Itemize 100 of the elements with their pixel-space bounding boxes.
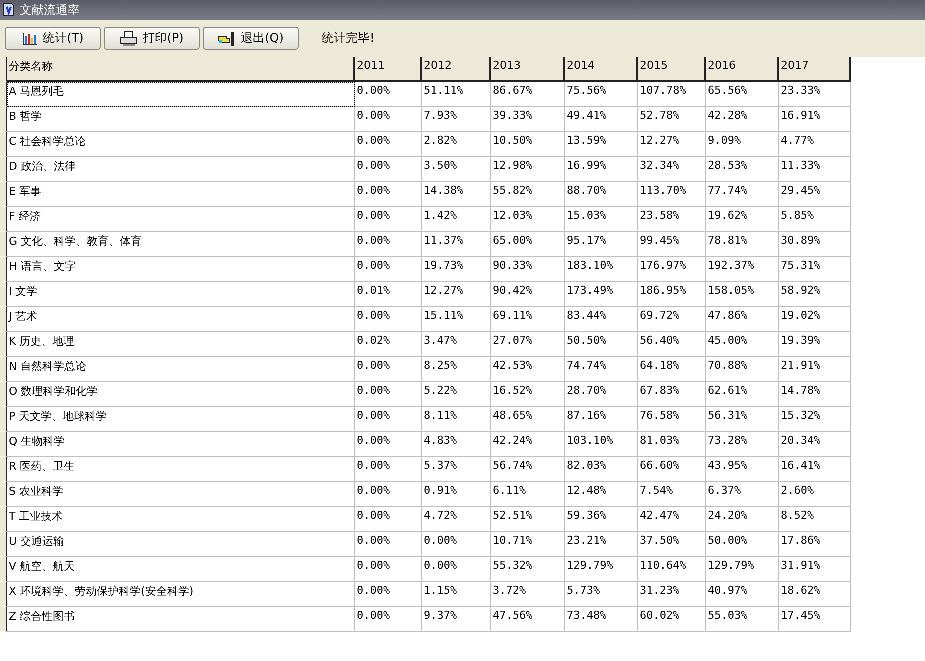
column-header[interactable]: 2017 <box>779 57 851 82</box>
table-cell: 12.03% <box>491 207 565 232</box>
table-cell: J 艺术 <box>7 307 355 332</box>
table-cell: 69.72% <box>638 307 706 332</box>
table-cell: 0.00% <box>422 557 491 582</box>
table-cell: 0.91% <box>422 482 491 507</box>
row-header[interactable] <box>0 557 7 582</box>
table-cell: 55.82% <box>491 182 565 207</box>
row-header[interactable] <box>0 507 7 532</box>
table-cell: 186.95% <box>638 282 706 307</box>
column-header[interactable]: 2014 <box>565 57 638 82</box>
table-cell: 18.62% <box>779 582 851 607</box>
table-cell: 75.56% <box>565 82 638 107</box>
table-cell: 42.47% <box>638 507 706 532</box>
table-cell: 23.33% <box>779 82 851 107</box>
row-header[interactable] <box>0 207 7 232</box>
table-cell: 0.00% <box>355 307 422 332</box>
row-header[interactable] <box>0 282 7 307</box>
table-cell: 59.36% <box>565 507 638 532</box>
table-cell: 12.48% <box>565 482 638 507</box>
table-cell: 5.85% <box>779 207 851 232</box>
table-cell: 56.74% <box>491 457 565 482</box>
table-cell: 30.89% <box>779 232 851 257</box>
table-cell: U 交通运输 <box>7 532 355 557</box>
table-cell: 3.72% <box>491 582 565 607</box>
table-cell: 0.00% <box>355 482 422 507</box>
table-cell: 78.81% <box>706 232 779 257</box>
table-cell: P 天文学、地球科学 <box>7 407 355 432</box>
table-cell: 5.73% <box>565 582 638 607</box>
toolbar-button[interactable]: 统计(T) <box>5 27 101 50</box>
row-header[interactable] <box>0 407 7 432</box>
table-cell: 65.00% <box>491 232 565 257</box>
table-cell: K 历史、地理 <box>7 332 355 357</box>
table-cell: 8.11% <box>422 407 491 432</box>
table-cell: 31.23% <box>638 582 706 607</box>
table-cell: 0.00% <box>355 82 422 107</box>
row-header[interactable] <box>0 107 7 132</box>
row-header[interactable] <box>0 457 7 482</box>
column-header[interactable]: 2013 <box>491 57 565 82</box>
app-icon <box>2 2 16 18</box>
table-cell: 74.74% <box>565 357 638 382</box>
table-cell: 19.39% <box>779 332 851 357</box>
row-header[interactable] <box>0 532 7 557</box>
table-cell: 55.03% <box>706 607 779 632</box>
row-header[interactable] <box>0 82 7 107</box>
column-header[interactable]: 2016 <box>706 57 779 82</box>
table-cell: S 农业科学 <box>7 482 355 507</box>
row-header[interactable] <box>0 482 7 507</box>
row-header[interactable] <box>0 432 7 457</box>
table-cell: 7.93% <box>422 107 491 132</box>
table-cell: 21.91% <box>779 357 851 382</box>
table-cell: 6.37% <box>706 482 779 507</box>
row-header[interactable] <box>0 132 7 157</box>
table-cell: D 政治、法律 <box>7 157 355 182</box>
column-header[interactable]: 2011 <box>355 57 422 82</box>
table-cell: 83.44% <box>565 307 638 332</box>
table-cell: 29.45% <box>779 182 851 207</box>
row-header[interactable] <box>0 257 7 282</box>
table-cell: 107.78% <box>638 82 706 107</box>
column-header[interactable]: 2015 <box>638 57 706 82</box>
table-cell: 73.28% <box>706 432 779 457</box>
table-cell: 37.50% <box>638 532 706 557</box>
table-cell: X 环境科学、劳动保护科学(安全科学) <box>7 582 355 607</box>
table-cell: V 航空、航天 <box>7 557 355 582</box>
toolbar-button[interactable]: 打印(P) <box>104 27 200 50</box>
row-header[interactable] <box>0 307 7 332</box>
table-cell: 58.92% <box>779 282 851 307</box>
table-cell: 8.52% <box>779 507 851 532</box>
row-header[interactable] <box>0 157 7 182</box>
column-header[interactable]: 2012 <box>422 57 491 82</box>
status-message: 统计完毕! <box>322 30 375 47</box>
table-cell: 76.58% <box>638 407 706 432</box>
table-cell: 103.10% <box>565 432 638 457</box>
table-cell: 110.64% <box>638 557 706 582</box>
table-cell: 39.33% <box>491 107 565 132</box>
table-cell: 66.60% <box>638 457 706 482</box>
table-cell: N 自然科学总论 <box>7 357 355 382</box>
table-cell: 9.37% <box>422 607 491 632</box>
table-cell: 14.38% <box>422 182 491 207</box>
table-cell: 99.45% <box>638 232 706 257</box>
row-header[interactable] <box>0 607 7 632</box>
row-header[interactable] <box>0 332 7 357</box>
toolbar-button[interactable]: 退出(Q) <box>203 27 299 50</box>
table-cell: 23.21% <box>565 532 638 557</box>
table-cell: 10.50% <box>491 132 565 157</box>
table-cell: 14.78% <box>779 382 851 407</box>
table-cell: 52.78% <box>638 107 706 132</box>
row-header[interactable] <box>0 182 7 207</box>
row-header[interactable] <box>0 357 7 382</box>
row-header[interactable] <box>0 232 7 257</box>
table-cell: H 语言、文字 <box>7 257 355 282</box>
column-header[interactable]: 分类名称 <box>7 57 355 82</box>
table-cell: 5.22% <box>422 382 491 407</box>
table-cell: 12.98% <box>491 157 565 182</box>
table-cell: 75.31% <box>779 257 851 282</box>
table-cell: 60.02% <box>638 607 706 632</box>
row-header[interactable] <box>0 582 7 607</box>
table-cell: 0.00% <box>355 582 422 607</box>
table-cell: G 文化、科学、教育、体育 <box>7 232 355 257</box>
row-header[interactable] <box>0 382 7 407</box>
